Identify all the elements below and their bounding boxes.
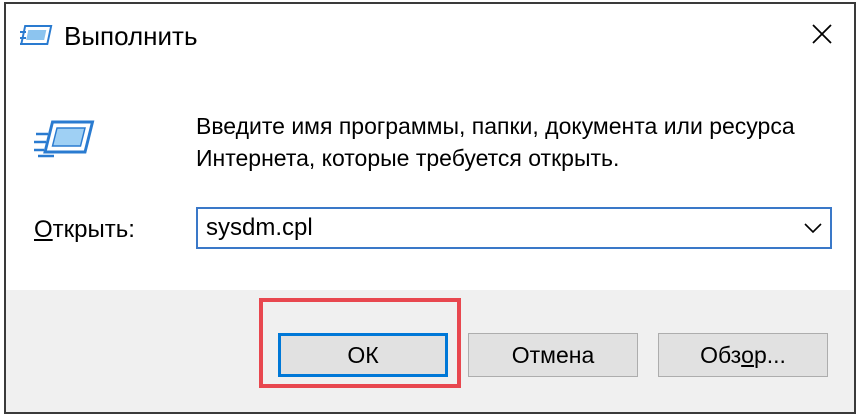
title-bar: Выполнить <box>6 4 854 70</box>
run-dialog: Выполнить Введите имя программы, папки, … <box>4 2 856 414</box>
close-icon <box>812 23 832 49</box>
open-combobox[interactable]: sysdm.cpl <box>196 207 832 249</box>
chevron-down-icon[interactable] <box>802 217 824 239</box>
browse-button[interactable]: Обз о р... <box>658 333 828 377</box>
instruction-line-1: Введите имя программы, папки, документа … <box>196 113 795 139</box>
instruction-line-2: Интернета, которые требуется открыть. <box>196 145 620 171</box>
open-input[interactable]: sysdm.cpl <box>206 213 313 243</box>
browse-label-start: Обз <box>700 341 742 368</box>
browse-label-accesskey: о <box>741 341 754 368</box>
browse-label-end: р... <box>753 341 786 368</box>
instruction-text: Введите имя программы, папки, документа … <box>196 110 836 174</box>
open-label-rest: ткрыть: <box>52 216 135 243</box>
window-title: Выполнить <box>64 21 198 51</box>
ok-button[interactable]: ОК <box>278 333 448 377</box>
button-bar: ОК Отмена Обз о р... <box>6 290 854 412</box>
close-button[interactable] <box>790 4 854 68</box>
run-dialog-icon <box>20 22 56 52</box>
run-program-icon <box>32 116 98 172</box>
open-label: Открыть: <box>34 214 135 246</box>
dialog-content: Введите имя программы, папки, документа … <box>6 70 854 290</box>
open-label-accesskey: О <box>34 216 53 243</box>
cancel-button[interactable]: Отмена <box>468 333 638 377</box>
